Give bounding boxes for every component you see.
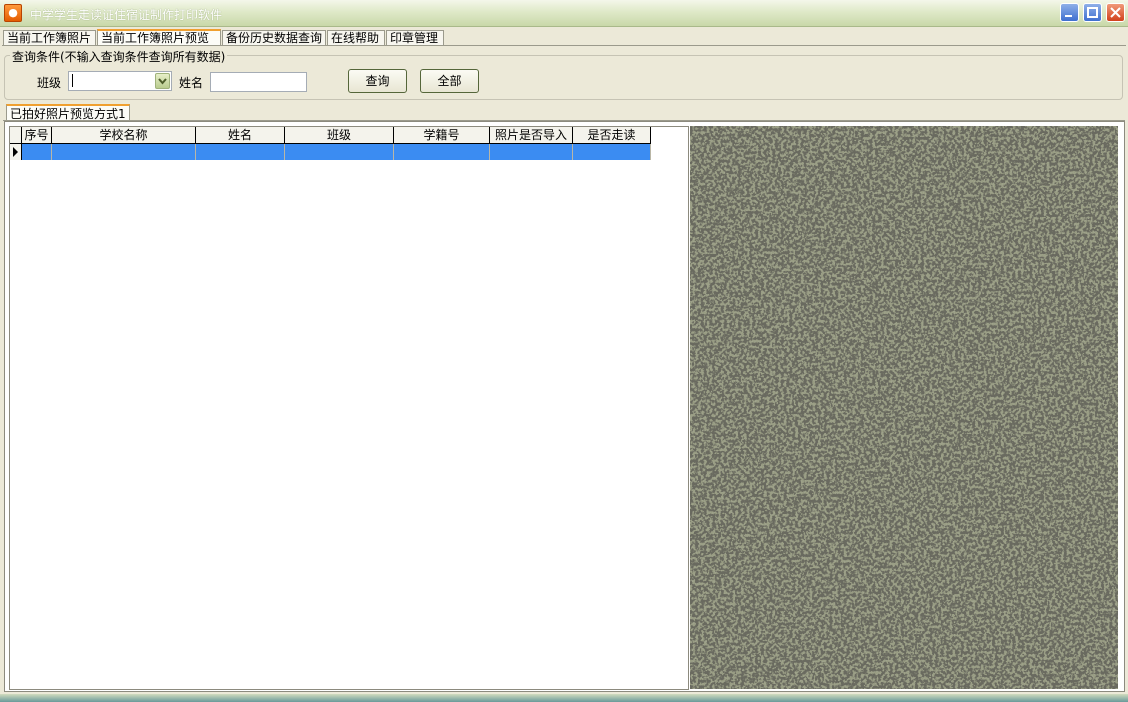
app-icon[interactable]: ● (4, 4, 22, 22)
name-label: 姓名 (179, 76, 204, 90)
table-cell[interactable] (52, 144, 196, 160)
title-bar: ● 中学学生走读证住宿证制作打印软件 (0, 0, 1128, 27)
minimize-button[interactable] (1060, 3, 1079, 22)
tab-current-photos[interactable]: 当前工作簿照片 (3, 30, 96, 46)
header-corner (10, 127, 22, 144)
table-cell[interactable] (285, 144, 394, 160)
table-cell[interactable] (394, 144, 490, 160)
dropdown-button[interactable] (155, 73, 170, 89)
photo-preview (690, 126, 1118, 689)
text-caret (72, 74, 73, 87)
column-header[interactable]: 姓名 (196, 127, 285, 144)
row-indicator[interactable] (10, 144, 22, 160)
stone-texture (690, 126, 1118, 689)
tab-preview-mode-1[interactable]: 已拍好照片预览方式1 (6, 104, 130, 121)
chevron-down-icon (158, 78, 167, 85)
search-button[interactable]: 查询 (348, 69, 407, 93)
tab-backup-history-query[interactable]: 备份历史数据查询 (222, 30, 326, 46)
table-cell[interactable] (490, 144, 573, 160)
column-header[interactable]: 学籍号 (394, 127, 490, 144)
window-title: 中学学生走读证住宿证制作打印软件 (30, 8, 223, 22)
current-row-arrow-icon (13, 147, 18, 157)
close-button[interactable] (1106, 3, 1125, 22)
name-input[interactable] (210, 72, 307, 92)
class-combobox[interactable] (68, 71, 172, 91)
student-grid[interactable]: 序号 学校名称 姓名 班级 学籍号 照片是否导入 是否走读 (9, 126, 689, 690)
column-header[interactable]: 是否走读 (573, 127, 651, 144)
maximize-button[interactable] (1083, 3, 1102, 22)
column-header[interactable]: 序号 (22, 127, 52, 144)
class-label: 班级 (37, 76, 62, 90)
tab-online-help[interactable]: 在线帮助 (327, 30, 385, 46)
status-bar (0, 694, 1128, 702)
tab-current-photo-preview[interactable]: 当前工作簿照片预览 (97, 29, 221, 46)
close-icon (1110, 7, 1121, 18)
table-cell[interactable] (22, 144, 52, 160)
show-all-button[interactable]: 全部 (420, 69, 479, 93)
minimize-icon (1065, 15, 1072, 17)
column-header[interactable]: 学校名称 (52, 127, 196, 144)
maximize-icon (1087, 7, 1098, 18)
table-cell[interactable] (196, 144, 285, 160)
column-header[interactable]: 班级 (285, 127, 394, 144)
query-group-title: 查询条件(不输入查询条件查询所有数据) (10, 48, 228, 65)
table-cell[interactable] (573, 144, 651, 160)
column-header[interactable]: 照片是否导入 (490, 127, 573, 144)
tab-seal-management[interactable]: 印章管理 (386, 30, 444, 46)
tab-divider (2, 45, 1126, 46)
